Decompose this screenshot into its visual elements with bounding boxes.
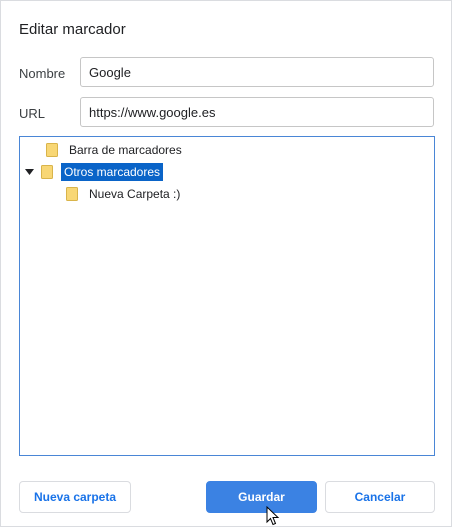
tree-item-other-bookmarks[interactable]: Otros marcadores <box>23 162 164 182</box>
expander-placeholder <box>48 188 60 200</box>
tree-item-label: Otros marcadores <box>61 163 164 181</box>
tree-item-new-folder[interactable]: Nueva Carpeta :) <box>48 184 183 204</box>
name-label: Nombre <box>19 66 66 81</box>
url-input[interactable] <box>80 97 434 127</box>
new-folder-button[interactable]: Nueva carpeta <box>19 481 131 513</box>
expander-placeholder <box>28 144 40 156</box>
url-label: URL <box>19 106 46 121</box>
folder-icon <box>41 165 53 179</box>
edit-bookmark-dialog: Editar marcador Nombre URL Barra de marc… <box>0 0 452 527</box>
folder-tree[interactable]: Barra de marcadores Otros marcadores Nue… <box>19 136 435 456</box>
folder-icon <box>46 143 58 157</box>
mouse-cursor-icon <box>266 506 280 526</box>
tree-item-bookmarks-bar[interactable]: Barra de marcadores <box>28 140 185 160</box>
folder-icon <box>66 187 78 201</box>
tree-item-label: Barra de marcadores <box>69 143 182 157</box>
name-input[interactable] <box>80 57 434 87</box>
triangle-down-icon[interactable] <box>23 166 35 178</box>
cancel-button[interactable]: Cancelar <box>325 481 435 513</box>
dialog-title: Editar marcador <box>19 21 126 38</box>
tree-item-label: Nueva Carpeta :) <box>89 187 181 201</box>
save-button[interactable]: Guardar <box>206 481 317 513</box>
